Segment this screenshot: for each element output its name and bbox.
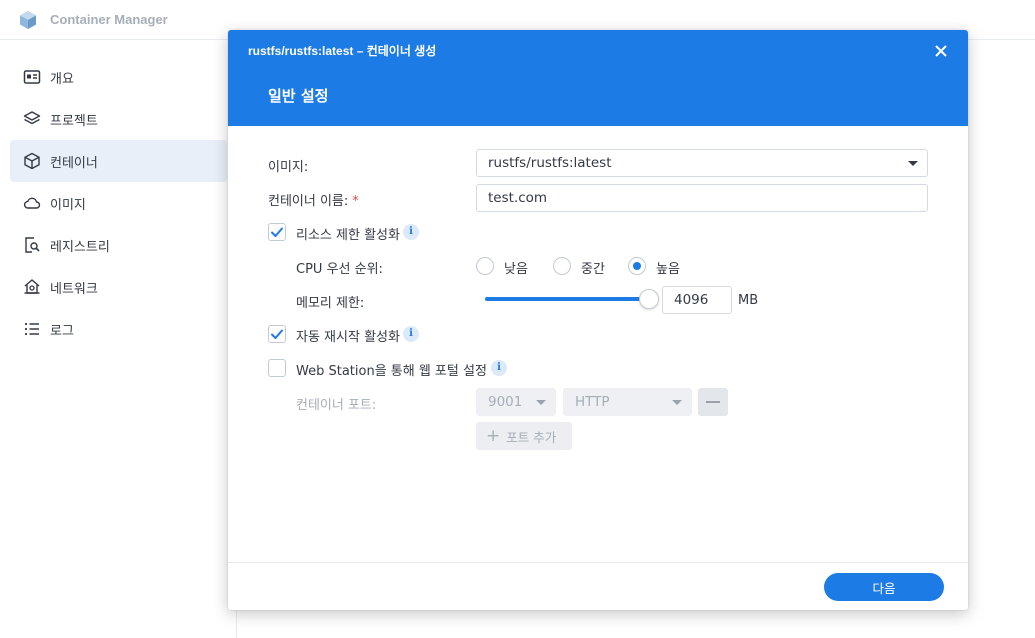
- web-station-checkbox[interactable]: [268, 359, 286, 377]
- sidebar: 개요 프로젝트 컨테이너 이미지 레지스트리 네트워크 로그: [0, 40, 237, 638]
- resource-limit-label: 리소스 제한 활성화: [296, 228, 400, 243]
- protocol-select-value: HTTP: [575, 394, 610, 410]
- checkmark-icon: [271, 227, 283, 237]
- sidebar-item-label: 개요: [50, 71, 74, 87]
- cpu-priority-high-radio[interactable]: [628, 257, 646, 275]
- cpu-priority-medium-label: 중간: [581, 262, 605, 277]
- memory-unit-label: MB: [738, 293, 759, 308]
- info-icon[interactable]: i: [403, 224, 419, 240]
- memory-limit-input[interactable]: [662, 286, 732, 314]
- sidebar-item-label: 레지스트리: [50, 239, 110, 255]
- add-port-button[interactable]: + 포트 추가: [476, 422, 572, 450]
- plus-icon: +: [486, 425, 501, 446]
- required-asterisk: *: [352, 194, 359, 209]
- cpu-priority-high-label: 높음: [656, 262, 680, 277]
- sidebar-item-label: 로그: [50, 323, 74, 339]
- create-container-dialog: rustfs/rustfs:latest – 컨테이너 생성 일반 설정 이미지…: [228, 30, 968, 610]
- protocol-select[interactable]: HTTP: [563, 388, 692, 416]
- add-port-label: 포트 추가: [506, 429, 557, 445]
- chevron-down-icon: [908, 161, 918, 166]
- network-home-icon: [24, 279, 40, 294]
- resource-limit-checkbox[interactable]: [268, 223, 286, 241]
- cube-icon: [24, 152, 40, 170]
- dialog-header: rustfs/rustfs:latest – 컨테이너 생성 일반 설정: [228, 30, 968, 126]
- dialog-footer: 다음: [228, 562, 968, 610]
- port-select[interactable]: 9001: [476, 388, 556, 416]
- cpu-priority-low-radio[interactable]: [476, 257, 494, 275]
- dialog-title: 일반 설정: [268, 87, 329, 105]
- container-port-label: 컨테이너 포트:: [296, 398, 377, 413]
- memory-slider-thumb[interactable]: [639, 289, 659, 309]
- cpu-priority-medium-radio[interactable]: [553, 257, 571, 275]
- sidebar-item-label: 컨테이너: [50, 155, 98, 171]
- auto-restart-checkbox[interactable]: [268, 325, 286, 343]
- checkmark-icon: [271, 329, 283, 339]
- cpu-priority-label: CPU 우선 순위:: [296, 262, 383, 277]
- sidebar-item-registry[interactable]: 레지스트리: [10, 224, 227, 266]
- list-icon: [24, 322, 39, 336]
- sidebar-item-logs[interactable]: 로그: [10, 308, 227, 350]
- sidebar-item-images[interactable]: 이미지: [10, 182, 227, 224]
- container-name-input[interactable]: test.com: [476, 184, 928, 212]
- info-icon[interactable]: i: [491, 360, 507, 376]
- container-manager-logo-icon: [20, 10, 36, 29]
- sidebar-item-network[interactable]: 네트워크: [10, 266, 227, 308]
- image-label: 이미지:: [268, 160, 309, 175]
- port-select-value: 9001: [488, 394, 523, 410]
- app-title: Container Manager: [50, 12, 168, 27]
- sidebar-item-projects[interactable]: 프로젝트: [10, 98, 227, 140]
- image-select-value: rustfs/rustfs:latest: [488, 155, 612, 171]
- layers-icon: [23, 111, 41, 125]
- memory-limit-label: 메모리 제한:: [296, 296, 365, 311]
- close-icon[interactable]: [932, 42, 950, 60]
- remove-port-button[interactable]: [698, 388, 728, 416]
- sidebar-item-overview[interactable]: 개요: [10, 56, 227, 98]
- info-icon[interactable]: i: [403, 326, 419, 342]
- container-name-label: 컨테이너 이름: *: [268, 194, 359, 209]
- overview-icon: [23, 70, 41, 84]
- cpu-priority-low-label: 낮음: [504, 262, 528, 277]
- chevron-down-icon: [672, 400, 682, 405]
- sidebar-item-label: 이미지: [50, 197, 86, 213]
- container-name-value: test.com: [488, 190, 548, 206]
- next-button[interactable]: 다음: [824, 573, 944, 601]
- dialog-subtitle: rustfs/rustfs:latest – 컨테이너 생성: [248, 44, 437, 58]
- sidebar-item-label: 네트워크: [50, 281, 98, 297]
- auto-restart-label: 자동 재시작 활성화: [296, 330, 400, 345]
- cloud-icon: [23, 197, 41, 209]
- registry-search-icon: [25, 237, 40, 253]
- sidebar-item-label: 프로젝트: [50, 113, 98, 129]
- image-select[interactable]: rustfs/rustfs:latest: [476, 149, 928, 177]
- web-station-label: Web Station을 통해 웹 포털 설정: [296, 364, 487, 379]
- memory-slider-track[interactable]: [485, 297, 649, 301]
- chevron-down-icon: [536, 400, 546, 405]
- sidebar-item-containers[interactable]: 컨테이너: [10, 140, 227, 182]
